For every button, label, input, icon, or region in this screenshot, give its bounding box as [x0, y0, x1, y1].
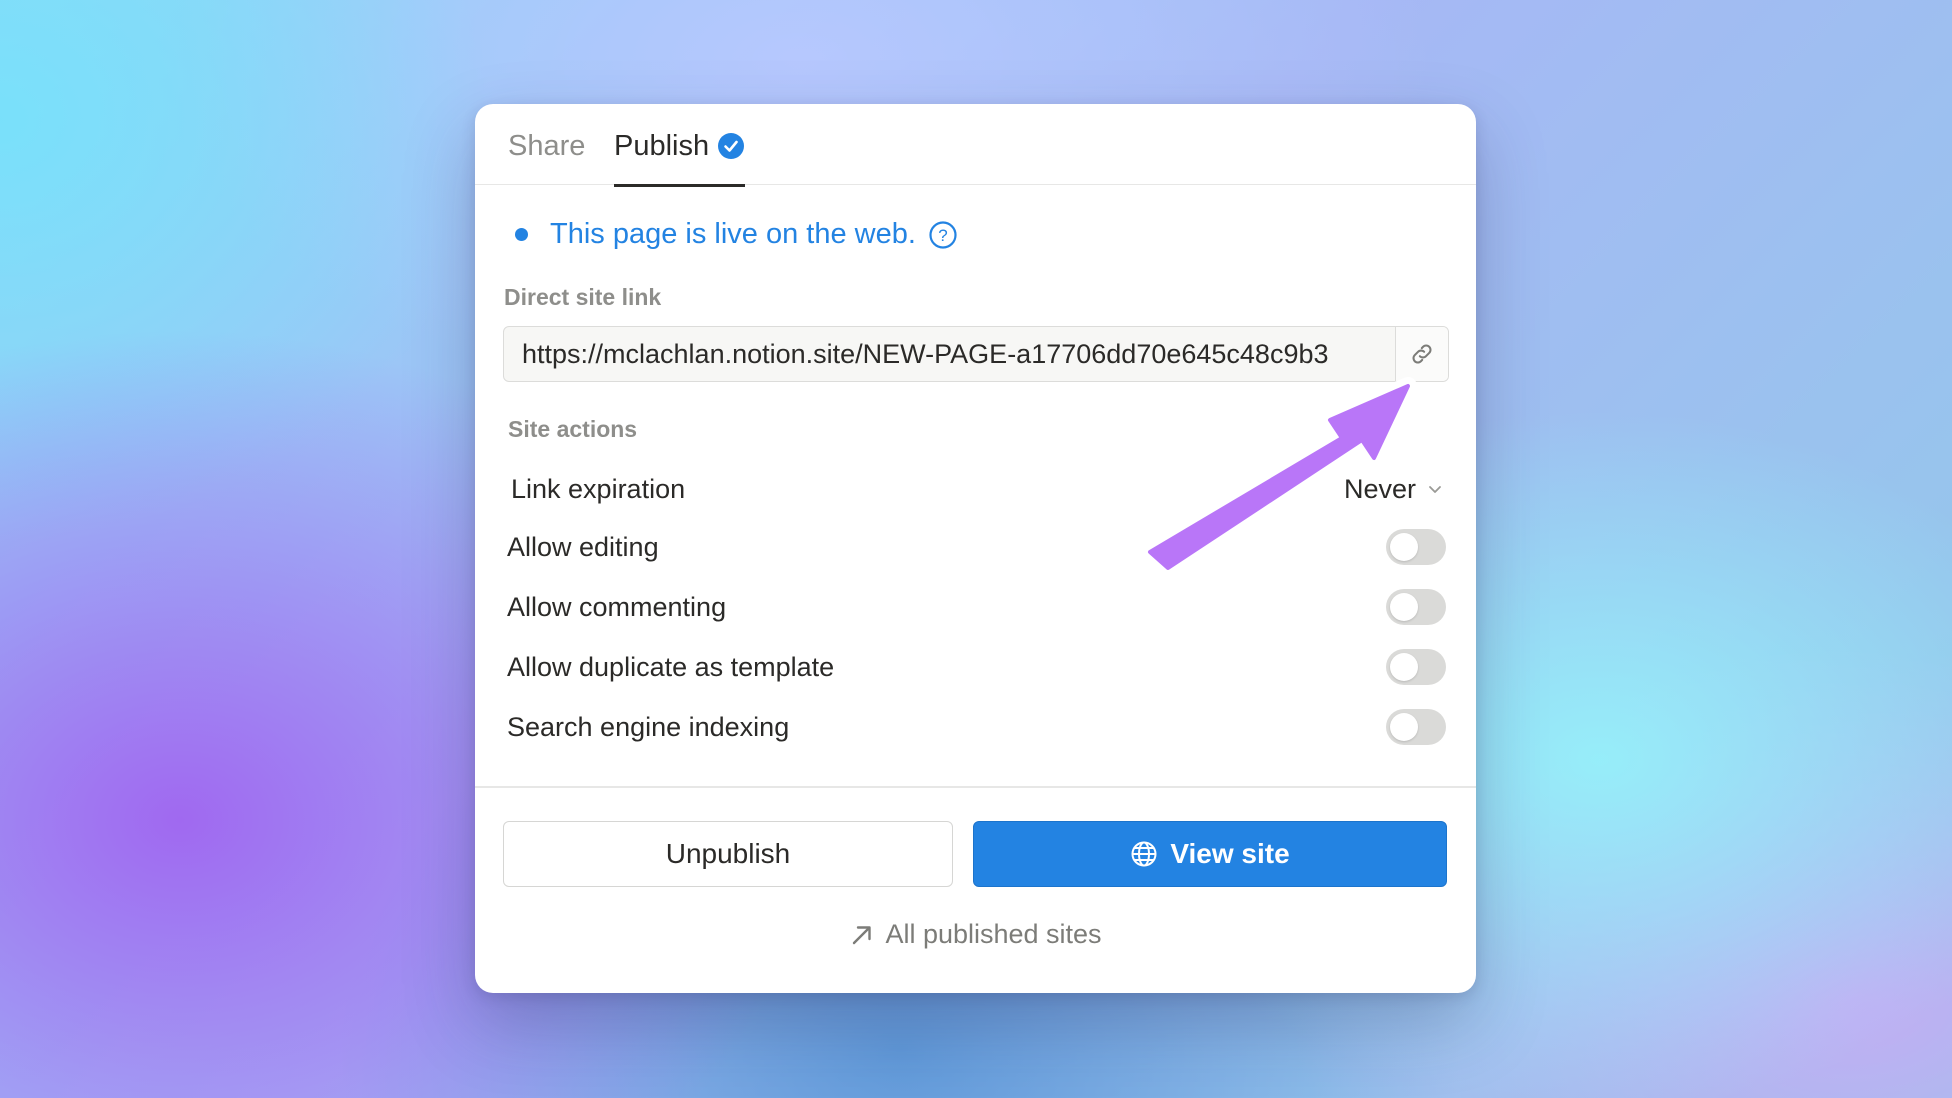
toggle-row-allow-duplicate: Allow duplicate as template: [507, 642, 1446, 692]
allow-editing-toggle[interactable]: [1386, 529, 1446, 565]
link-expiration-value: Never: [1343, 473, 1416, 504]
tab-bar: Share Publish: [475, 104, 1476, 187]
copy-link-button[interactable]: [1395, 327, 1448, 381]
toggle-row-allow-editing: Allow editing: [507, 522, 1446, 572]
allow-editing-label: Allow editing: [507, 531, 659, 562]
direct-site-link-label: Direct site link: [504, 284, 662, 310]
globe-icon: [1131, 841, 1157, 867]
tab-publish[interactable]: Publish: [614, 126, 746, 187]
publish-dialog: Share Publish This page is live on the w…: [475, 104, 1476, 993]
view-site-button[interactable]: View site: [973, 821, 1447, 887]
toggle-row-search-indexing: Search engine indexing: [507, 702, 1446, 752]
svg-text:?: ?: [938, 226, 947, 245]
allow-commenting-label: Allow commenting: [507, 591, 727, 622]
all-published-sites-link[interactable]: All published sites: [475, 919, 1476, 950]
live-status-text: This page is live on the web.: [550, 218, 916, 250]
search-indexing-label: Search engine indexing: [507, 711, 790, 742]
live-status: This page is live on the web. ?: [515, 218, 958, 251]
live-dot-icon: [515, 228, 528, 241]
view-site-label: View site: [1170, 838, 1290, 869]
allow-duplicate-label: Allow duplicate as template: [507, 651, 835, 682]
site-actions-label: Site actions: [508, 416, 638, 442]
all-published-sites-label: All published sites: [885, 919, 1102, 949]
link-expiration-label: Link expiration: [511, 473, 686, 504]
allow-commenting-toggle[interactable]: [1386, 589, 1446, 625]
allow-duplicate-toggle[interactable]: [1386, 649, 1446, 685]
arrow-up-right-icon: [853, 925, 872, 944]
question-circle-icon[interactable]: ?: [928, 220, 958, 250]
search-indexing-toggle[interactable]: [1386, 709, 1446, 745]
chevron-down-icon: [1429, 486, 1441, 493]
verified-check-icon: [718, 133, 745, 159]
tab-share[interactable]: Share: [508, 126, 585, 166]
link-expiration-row: Link expiration Never: [511, 464, 1444, 514]
link-expiration-dropdown[interactable]: Never: [1344, 474, 1444, 505]
site-link-url[interactable]: https://mclachlan.notion.site/NEW-PAGE-a…: [522, 327, 1394, 381]
footer-divider: [475, 786, 1476, 788]
tab-publish-label: Publish: [614, 130, 710, 162]
toggle-row-allow-commenting: Allow commenting: [507, 582, 1446, 632]
unpublish-button[interactable]: Unpublish: [503, 821, 953, 887]
link-icon: [1412, 344, 1432, 364]
site-link-field[interactable]: https://mclachlan.notion.site/NEW-PAGE-a…: [503, 326, 1449, 382]
